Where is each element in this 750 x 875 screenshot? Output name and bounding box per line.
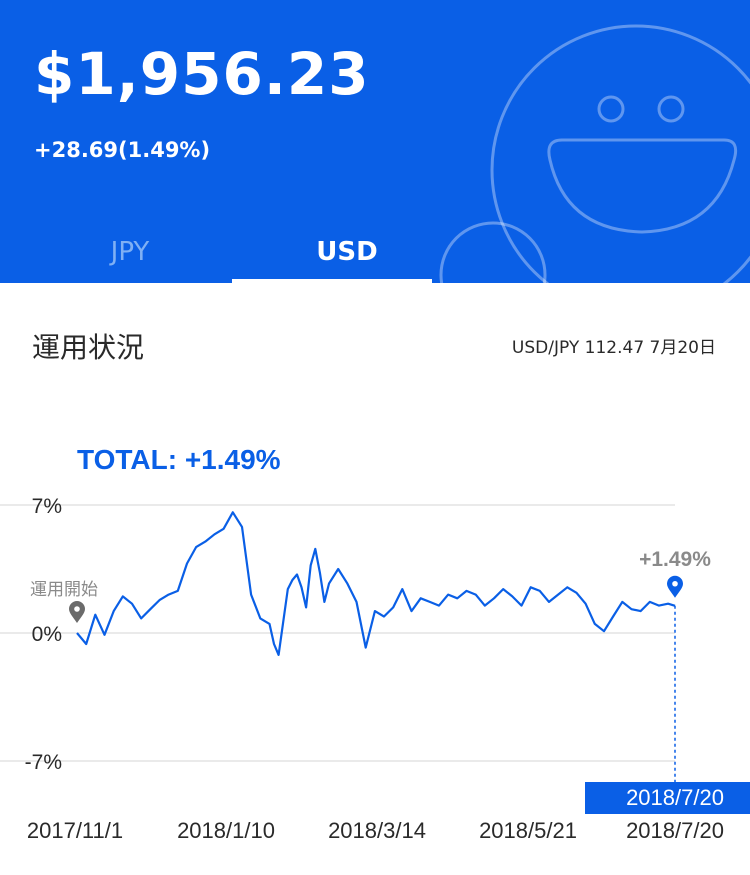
y-axis-labels: 7% 0% -7% [25, 495, 62, 774]
x-tick-label: 2018/7/20 [626, 818, 724, 843]
x-tick-label: 2018/5/21 [479, 818, 577, 843]
y-tick-label: -7% [25, 751, 62, 774]
y-tick-label: 7% [32, 495, 62, 518]
end-value-label: +1.49% [639, 548, 711, 571]
performance-chart: 7% 0% -7% 2017/11/1 2018/1/10 2018/3/14 2018/… [0, 444, 750, 843]
end-pin-icon [667, 575, 683, 598]
end-pin-dot [672, 580, 678, 587]
section-title: 運用状況 [32, 331, 145, 364]
chart-title: TOTAL: +1.49% [77, 444, 281, 475]
total-balance: $1,956.23 [34, 40, 370, 108]
exchange-rate: USD/JPY 112.47 7月20日 [511, 338, 716, 358]
y-tick-label: 0% [32, 623, 62, 646]
tab-jpy[interactable]: JPY [15, 237, 245, 267]
active-tab-indicator [232, 279, 432, 283]
x-tick-label: 2017/11/1 [27, 818, 123, 843]
x-axis-labels: 2017/11/1 2018/1/10 2018/3/14 2018/5/21 2018… [27, 818, 724, 843]
end-date-label: 2018/7/20 [626, 785, 724, 810]
x-tick-label: 2018/1/10 [177, 818, 275, 843]
x-tick-label: 2018/3/14 [328, 818, 426, 843]
balance-change: +28.69(1.49%) [34, 138, 211, 162]
start-pin-dot [74, 606, 80, 612]
start-pin-icon [69, 601, 85, 623]
chart-grid [0, 504, 675, 762]
tab-usd[interactable]: USD [232, 237, 462, 267]
balance-header: $1,956.23 +28.69(1.49%) JPY USD [0, 0, 750, 283]
start-marker-label: 運用開始 [30, 580, 98, 600]
